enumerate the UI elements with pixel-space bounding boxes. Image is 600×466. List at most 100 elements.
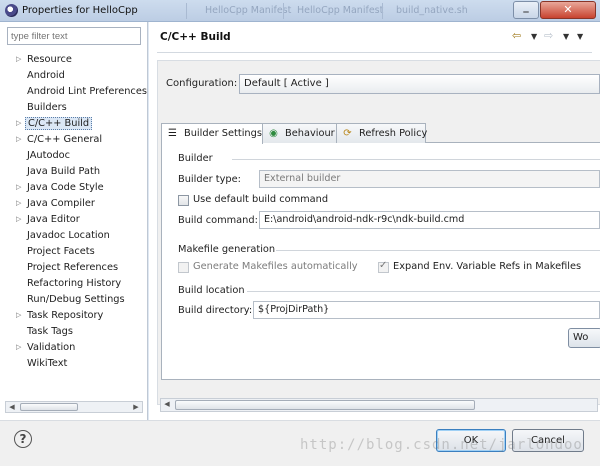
content-horizontal-scrollbar[interactable]: ◀ [160,398,598,412]
tree-item-label: C/C++ General [27,134,103,145]
scrollbar-thumb[interactable] [20,403,78,411]
build-command-field[interactable]: E:\android\android-ndk-r9c\ndk-build.cmd [259,211,600,229]
tree-item[interactable]: ▷ Resource [0,52,148,68]
scroll-left-icon[interactable]: ◀ [161,400,173,408]
expand-arrow-icon[interactable]: ▷ [16,311,21,319]
background-window-title: build_native.sh [396,5,468,16]
refresh-policy-icon: ⟳ [343,128,352,139]
close-button[interactable]: ✕ [540,1,596,19]
behaviour-icon: ◉ [269,128,278,139]
builder-type-field[interactable]: External builder [259,170,600,188]
tree-item[interactable]: ▷ C/C++ General [0,132,148,148]
expand-arrow-icon[interactable]: ▷ [16,119,21,127]
expand-arrow-icon[interactable]: ▷ [16,199,21,207]
divider [247,291,600,292]
tree-item[interactable]: ▷ C/C++ Build [0,116,148,132]
view-menu-chevron-down-icon[interactable]: ▼ [577,32,583,41]
tree-item-label: Android [27,70,65,81]
forward-arrow-icon[interactable]: ⇨ [544,29,553,42]
tree-item[interactable]: Android [0,68,148,84]
page-title: C/C++ Build [160,31,231,43]
tree-item[interactable]: Javadoc Location [0,228,148,244]
workspace-button[interactable]: Wo [568,328,600,348]
right-panel: C/C++ Build ⇦ ▼ ⇨ ▼ ▼ Configuration: Def… [149,22,600,420]
tree-item-label: Javadoc Location [27,230,110,241]
tree-item-label: Refactoring History [27,278,122,289]
use-default-build-command-checkbox[interactable] [178,195,189,206]
tree-item[interactable]: ▷ Java Code Style [0,180,148,196]
title-divider [186,3,187,19]
tree-item[interactable]: Java Build Path [0,164,148,180]
builder-section-label: Builder [178,153,213,164]
scrollbar-thumb[interactable] [175,400,475,410]
tree-item-label: Task Repository [27,310,104,321]
expand-env-refs-checkbox[interactable] [378,260,389,273]
tree-item[interactable]: JAutodoc [0,148,148,164]
expand-arrow-icon[interactable]: ▷ [16,343,21,351]
build-directory-label: Build directory: [178,305,253,316]
tab-refresh-policy[interactable]: ⟳ Refresh Policy [336,123,427,143]
build-command-label: Build command: [178,215,258,226]
divider [232,159,600,160]
tree-item[interactable]: Refactoring History [0,276,148,292]
tree-item[interactable]: Builders [0,100,148,116]
build-location-section-label: Build location [178,285,245,296]
back-arrow-icon[interactable]: ⇦ [512,29,521,42]
divider [157,52,592,53]
tree-item-label: Project Facets [27,246,95,257]
tree-item[interactable]: Project References [0,260,148,276]
tree-item[interactable]: Project Facets [0,244,148,260]
tree-item[interactable]: ▷ Task Repository [0,308,148,324]
tree-item[interactable]: Android Lint Preferences [0,84,148,100]
tree-item-label: Java Compiler [27,198,95,209]
expand-arrow-icon[interactable]: ▷ [16,55,21,63]
tree-item-label: Resource [27,54,72,65]
tree-item-label: Validation [27,342,76,353]
build-directory-field[interactable]: ${ProjDirPath} [253,301,600,319]
tree-item-label: Task Tags [27,326,73,337]
background-window-title: HelloCpp Manifest [297,5,384,16]
generate-makefiles-checkbox[interactable] [178,262,189,273]
left-panel: ▷ Resource Android Android Lint Preferences… [0,22,148,420]
title-bar: Properties for HelloCpp HelloCpp Manifes… [0,0,600,22]
title-divider [283,3,284,19]
close-icon: ✕ [563,3,573,16]
expand-arrow-icon[interactable]: ▷ [16,215,21,223]
tree-item-label: Java Build Path [27,166,101,177]
tree-item-label: JAutodoc [27,150,71,161]
eclipse-app-icon [5,4,18,17]
help-icon[interactable]: ? [14,430,32,448]
tree-horizontal-scrollbar[interactable]: ◀ ▶ [5,401,143,413]
makefile-section-label: Makefile generation [178,244,276,255]
expand-arrow-icon[interactable]: ▷ [16,135,21,143]
configuration-select[interactable]: Default [ Active ] [239,74,600,94]
tab-builder-settings[interactable]: ☰ Builder Settings [161,123,263,144]
tree-item-label: Run/Debug Settings [27,294,125,305]
configuration-label: Configuration: [166,78,238,89]
forward-menu-chevron-down-icon[interactable]: ▼ [563,32,569,41]
tree-item[interactable]: Task Tags [0,324,148,340]
tree-item-label: Android Lint Preferences [27,86,147,97]
tree-item-label: C/C++ Build [25,117,93,130]
minimize-button[interactable]: _ [513,0,539,19]
generate-makefiles-label: Generate Makefiles automatically [193,261,358,272]
window-title: Properties for HelloCpp [22,5,138,16]
scroll-left-icon[interactable]: ◀ [6,402,18,412]
tree-item[interactable]: ▷ Java Editor [0,212,148,228]
tree-item[interactable]: ▷ Validation [0,340,148,356]
tree-item[interactable]: Run/Debug Settings [0,292,148,308]
builder-settings-icon: ☰ [168,128,177,139]
tree-item[interactable]: ▷ Java Compiler [0,196,148,212]
scroll-right-icon[interactable]: ▶ [130,402,142,412]
tree-item-label: Java Editor [27,214,80,225]
tab-behaviour[interactable]: ◉ Behaviour [262,123,337,143]
back-menu-chevron-down-icon[interactable]: ▼ [531,32,537,41]
tree-item-label: Project References [27,262,119,273]
tree-item[interactable]: WikiText [0,356,148,372]
filter-input[interactable] [7,27,141,45]
expand-arrow-icon[interactable]: ▷ [16,183,21,191]
tree-item-label: Java Code Style [27,182,104,193]
expand-env-refs-label: Expand Env. Variable Refs in Makefiles [393,261,582,272]
tree-item-label: Builders [27,102,67,113]
tree-item-label: WikiText [27,358,68,369]
